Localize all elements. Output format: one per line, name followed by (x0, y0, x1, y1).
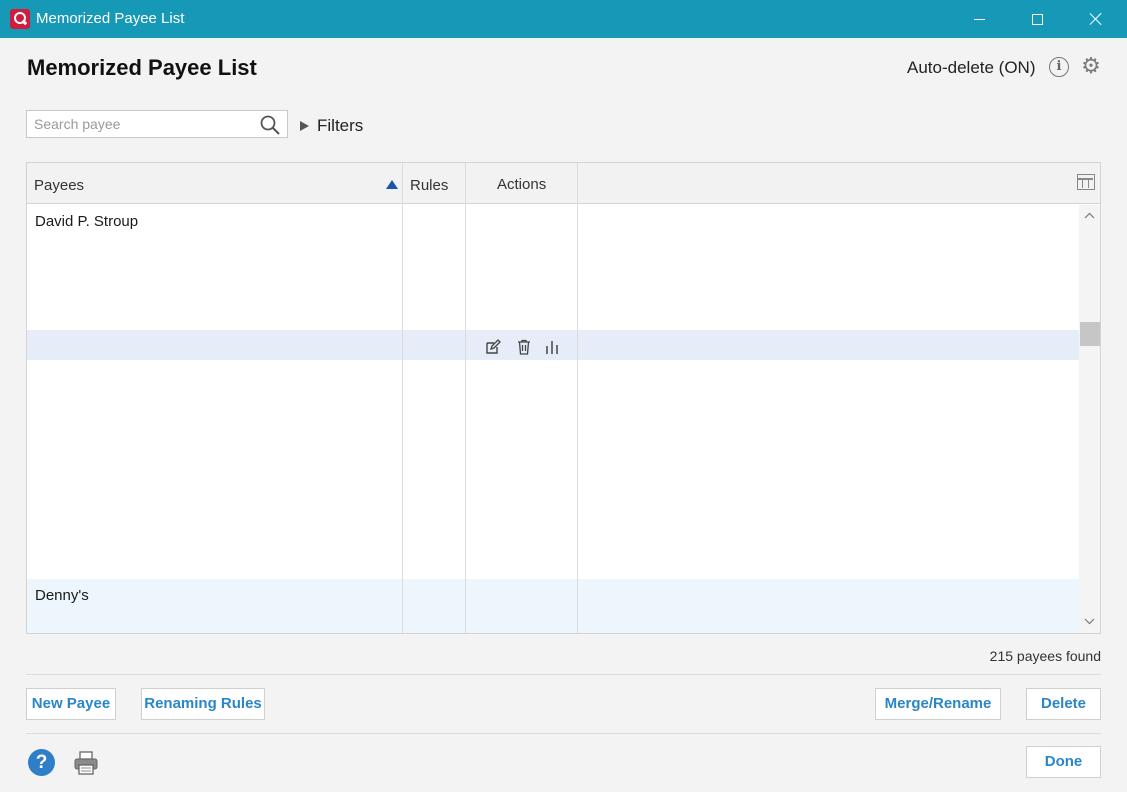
delete-icon[interactable] (515, 338, 533, 356)
expand-triangle-icon (300, 121, 309, 131)
merge-rename-button[interactable]: Merge/Rename (875, 688, 1001, 720)
table-row[interactable]: Denny's (27, 579, 1079, 633)
payee-name: Denny's (35, 587, 89, 604)
divider (26, 674, 1101, 675)
new-payee-button[interactable]: New Payee (26, 688, 116, 720)
window-title: Memorized Payee List (36, 10, 185, 27)
column-header-rules[interactable]: Rules (410, 177, 448, 194)
column-divider (577, 163, 578, 633)
filters-label: Filters (317, 116, 364, 135)
divider (26, 733, 1101, 734)
done-button[interactable]: Done (1026, 746, 1101, 778)
printer-icon[interactable] (72, 750, 100, 776)
vertical-scrollbar[interactable] (1079, 205, 1100, 633)
column-divider (402, 163, 403, 633)
close-button[interactable] (1073, 0, 1119, 38)
report-icon[interactable] (543, 338, 561, 356)
column-header-actions: Actions (497, 176, 547, 193)
renaming-rules-button[interactable]: Renaming Rules (141, 688, 265, 720)
search-input[interactable] (34, 115, 254, 133)
table-row[interactable]: David P. Stroup (27, 205, 1079, 330)
search-box (26, 110, 288, 138)
sort-ascending-icon[interactable] (386, 180, 398, 189)
table-row-selected[interactable] (27, 330, 1079, 360)
table-row[interactable] (27, 360, 1079, 579)
payee-count: 215 payees found (989, 648, 1101, 664)
scroll-up-icon[interactable] (1083, 211, 1096, 221)
delete-button[interactable]: Delete (1026, 688, 1101, 720)
filters-toggle[interactable]: Filters (300, 116, 363, 136)
page-title: Memorized Payee List (27, 55, 257, 80)
auto-delete-status: Auto-delete (ON) (907, 58, 1036, 77)
scroll-down-icon[interactable] (1083, 616, 1096, 626)
minimize-icon (973, 18, 985, 20)
search-icon[interactable] (259, 114, 281, 136)
edit-icon[interactable] (484, 338, 502, 356)
column-header-payees[interactable]: Payees (34, 177, 84, 194)
gear-icon[interactable]: ⚙ (1080, 55, 1102, 77)
maximize-button[interactable] (1014, 0, 1060, 38)
title-bar[interactable]: Memorized Payee List (0, 0, 1127, 38)
close-icon (1089, 12, 1103, 26)
scrollbar-thumb[interactable] (1080, 322, 1100, 346)
quicken-icon (10, 9, 30, 29)
payee-name: David P. Stroup (35, 213, 139, 230)
payee-table: Payees Rules Actions David P. Stroup Den… (26, 162, 1101, 634)
column-chooser-icon[interactable] (1077, 174, 1095, 190)
help-icon[interactable]: ? (28, 749, 55, 776)
column-divider (465, 163, 466, 633)
info-icon[interactable]: i (1049, 57, 1069, 77)
maximize-icon (1031, 13, 1043, 25)
minimize-button[interactable] (956, 0, 1002, 38)
table-header: Payees Rules Actions (27, 163, 1100, 204)
